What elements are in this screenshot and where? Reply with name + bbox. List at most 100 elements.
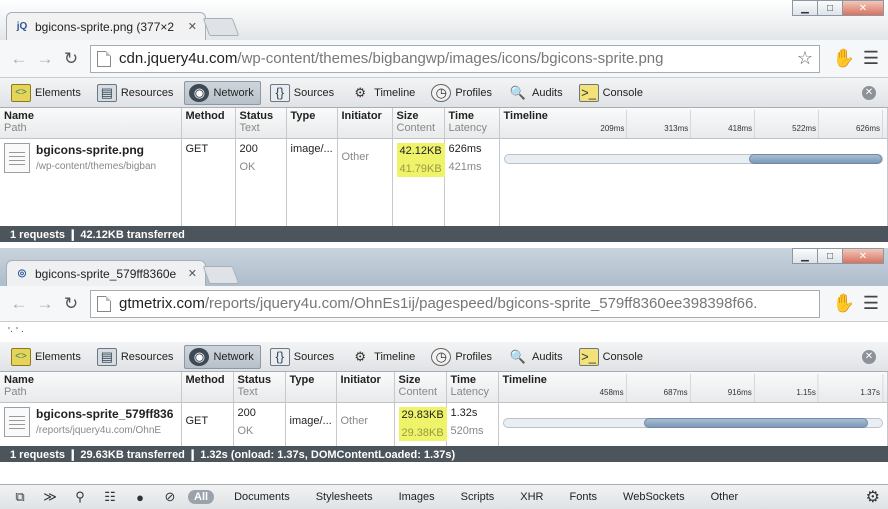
timeline-tick-label: 916ms [728, 374, 755, 402]
devtab-profiles[interactable]: ◷ Profiles [426, 81, 499, 105]
profiles-icon: ◷ [431, 347, 452, 366]
forward-arrow-icon[interactable]: → [32, 49, 58, 69]
filter-documents[interactable]: Documents [228, 490, 296, 504]
tab-title: bgicons-sprite.png (377×2 [35, 19, 175, 34]
cell-timeline [499, 138, 888, 182]
dock-icon[interactable]: ⧉ [8, 488, 32, 506]
devtab-elements[interactable]: <> Elements [6, 345, 88, 369]
filter-all[interactable]: All [188, 490, 215, 504]
devtab-label: Sources [293, 86, 335, 99]
col-time[interactable]: Time Latency [446, 372, 499, 403]
col-status[interactable]: Status Text [235, 108, 287, 139]
devtab-audits[interactable]: 🔍 Audits [503, 345, 570, 369]
col-type[interactable]: Type [286, 108, 338, 139]
filter-fonts[interactable]: Fonts [564, 490, 604, 504]
col-name[interactable]: Name Path [0, 108, 182, 139]
address-bar[interactable]: cdn.jquery4u.com /wp-content/themes/bigb… [90, 44, 820, 73]
network-table: Name Path Method Status Text Type Initiato… [0, 108, 888, 226]
browser-tab[interactable]: jQ bgicons-sprite.png (377×2 ✕ [6, 12, 206, 40]
col-timeline[interactable]: Timeline 209ms 313ms 418ms 522ms 626ms [499, 108, 888, 139]
timeline-icon: ⚙ [354, 84, 366, 100]
devtab-profiles[interactable]: ◷ Profiles [426, 345, 499, 369]
devtab-resources[interactable]: ▤ Resources [92, 81, 181, 105]
table-row[interactable]: bgicons-sprite_579ff836/reports/jquery4u… [0, 402, 888, 446]
col-initiator[interactable]: Initiator [336, 372, 395, 403]
col-status[interactable]: Status Text [233, 372, 286, 403]
col-initiator[interactable]: Initiator [337, 108, 393, 139]
bookmark-star-icon[interactable]: ☆ [797, 48, 813, 69]
window-close-icon[interactable]: ✕ [842, 0, 884, 16]
record-icon[interactable]: ● [128, 488, 152, 506]
browser-toolbar: ← → ↻ gtmetrix.com /reports/jquery4u.com… [0, 286, 888, 322]
filter-xhr[interactable]: XHR [514, 490, 549, 504]
devtab-elements[interactable]: <> Elements [6, 81, 88, 105]
devtab-label: Profiles [455, 86, 492, 99]
back-arrow-icon[interactable]: ← [6, 49, 32, 69]
devtab-resources[interactable]: ▤ Resources [92, 345, 181, 369]
cell-type: image/... [286, 138, 338, 182]
filter-other[interactable]: Other [705, 490, 745, 504]
reload-icon[interactable]: ↻ [58, 294, 84, 314]
table-row[interactable]: bgicons-sprite.png/wp-content/themes/big… [0, 138, 888, 182]
menu-icon[interactable]: ☰ [860, 293, 882, 314]
maximize-icon[interactable]: □ [817, 0, 843, 16]
filter-scripts[interactable]: Scripts [455, 490, 501, 504]
col-timeline[interactable]: Timeline 458ms 687ms 916ms 1.15s 1.37s [498, 372, 888, 403]
extension-icon[interactable]: ✋ [832, 292, 856, 316]
devtab-console[interactable]: >_ Console [574, 345, 650, 369]
window-close-icon[interactable]: ✕ [842, 248, 884, 264]
file-name[interactable]: bgicons-sprite.png [36, 143, 156, 157]
browser-window-gtmetrix: ◎ bgicons-sprite_579ff8360e ✕ ▁ □ ✕ ← → … [0, 248, 888, 509]
back-arrow-icon[interactable]: ← [6, 294, 32, 314]
col-method[interactable]: Method [181, 372, 234, 403]
settings-gear-icon[interactable]: ⚙ [866, 487, 880, 507]
devtab-network[interactable]: ◉ Network [184, 344, 261, 369]
resources-icon: ▤ [96, 83, 117, 102]
file-path: /wp-content/themes/bigban [36, 160, 157, 172]
new-tab-button[interactable] [202, 18, 240, 36]
list-view-icon[interactable]: ☷ [98, 488, 122, 506]
tab-close-icon[interactable]: ✕ [188, 20, 197, 33]
console-drawer-icon[interactable]: ≫ [38, 488, 62, 506]
col-type[interactable]: Type [285, 372, 337, 403]
forward-arrow-icon[interactable]: → [32, 294, 58, 314]
devtab-network[interactable]: ◉ Network [184, 80, 261, 105]
devtab-audits[interactable]: 🔍 Audits [503, 81, 570, 105]
maximize-icon[interactable]: □ [817, 248, 843, 264]
browser-tab[interactable]: ◎ bgicons-sprite_579ff8360e ✕ [6, 260, 206, 286]
filter-images[interactable]: Images [393, 490, 441, 504]
reload-icon[interactable]: ↻ [58, 49, 84, 69]
timeline-tick-label: 418ms [728, 110, 756, 138]
search-icon[interactable]: ⚲ [68, 488, 92, 506]
file-name[interactable]: bgicons-sprite_579ff836 [36, 407, 173, 421]
url-host: cdn.jquery4u.com [119, 50, 238, 67]
address-bar[interactable]: gtmetrix.com /reports/jquery4u.com/OhnEs… [90, 289, 820, 318]
extension-icon[interactable]: ✋ [832, 47, 856, 71]
devtab-sources[interactable]: {} Sources [265, 345, 341, 369]
devtools-close-icon[interactable]: ✕ [862, 86, 876, 100]
cell-time: 1.32s 520ms [446, 402, 499, 446]
devtab-sources[interactable]: {} Sources [265, 81, 341, 105]
devtab-timeline[interactable]: ⚙ Timeline [345, 345, 422, 369]
console-icon: >_ [578, 83, 599, 102]
col-size[interactable]: Size Content [392, 108, 445, 139]
devtab-timeline[interactable]: ⚙ Timeline [345, 81, 422, 105]
devtab-console[interactable]: >_ Console [574, 81, 650, 105]
devtools-close-icon[interactable]: ✕ [862, 350, 876, 364]
filter-websockets[interactable]: WebSockets [617, 490, 691, 504]
minimize-icon[interactable]: ▁ [792, 248, 818, 264]
network-status-bar: 1 requests ❙ 29.63KB transferred ❙ 1.32s… [0, 446, 888, 462]
tab-close-icon[interactable]: ✕ [188, 267, 197, 280]
clear-icon[interactable]: ⊘ [158, 488, 182, 506]
col-time[interactable]: Time Latency [444, 108, 500, 139]
col-method[interactable]: Method [181, 108, 236, 139]
menu-icon[interactable]: ☰ [860, 48, 882, 69]
minimize-icon[interactable]: ▁ [792, 0, 818, 16]
col-name[interactable]: Name Path [0, 372, 182, 403]
devtab-label: Console [602, 86, 643, 99]
new-tab-button[interactable] [202, 266, 240, 284]
url-path: /wp-content/themes/bigbangwp/images/icon… [237, 50, 664, 67]
col-size[interactable]: Size Content [394, 372, 447, 403]
browser-window-cdn: jQ bgicons-sprite.png (377×2 ✕ ▁ □ ✕ ← →… [0, 0, 888, 248]
filter-stylesheets[interactable]: Stylesheets [310, 490, 379, 504]
